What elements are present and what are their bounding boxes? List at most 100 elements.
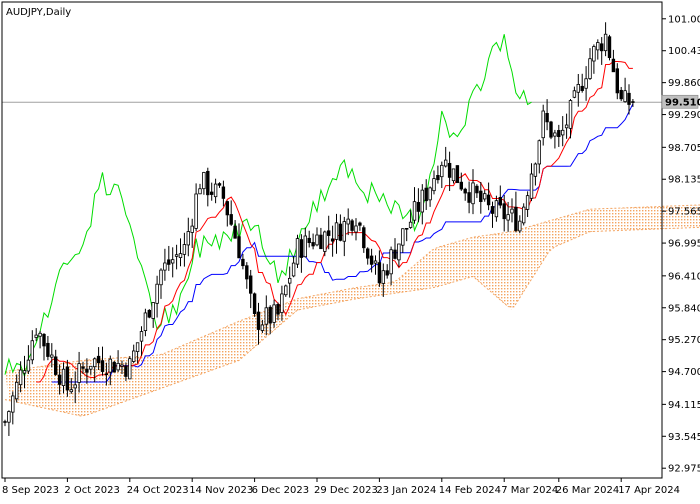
candle-body (342, 221, 346, 242)
candle-body (588, 58, 592, 79)
time-tick-label: 24 Oct 2023 (127, 485, 189, 496)
candle-body (77, 363, 81, 383)
candle-body (46, 342, 50, 357)
candle-body (502, 203, 506, 220)
candle-body (307, 237, 311, 244)
candle-body (295, 238, 300, 265)
time-tick-label: 7 Mar 2024 (501, 485, 558, 496)
candle-body (568, 100, 573, 129)
candle-body (85, 368, 89, 373)
candle-body (389, 249, 393, 275)
candle-body (81, 366, 85, 369)
candle-body (404, 228, 409, 230)
candle-body (451, 168, 456, 182)
candle-body (241, 258, 245, 267)
candle-body (194, 193, 198, 229)
candle-body (163, 262, 167, 271)
candle-body (124, 365, 128, 377)
candle-body (14, 381, 19, 400)
candle-body (424, 187, 428, 202)
candle-body (611, 58, 616, 73)
candle-body (525, 195, 530, 210)
candle-body (338, 223, 343, 241)
candle-body (252, 293, 257, 314)
chart-window[interactable]: 101.000 100.430 99.860 99.290 98.705 98.135 97… (0, 0, 700, 500)
price-tick-label: 93.545 (668, 432, 700, 443)
candle-body (471, 182, 475, 205)
candle-body (229, 214, 233, 225)
candle-body (233, 225, 237, 239)
candle-body (326, 230, 331, 236)
candle-body (440, 164, 444, 178)
candle-body (22, 370, 27, 374)
candle-body (93, 358, 97, 368)
chart-background (0, 0, 700, 500)
chart-canvas[interactable]: 101.000 100.430 99.860 99.290 98.705 98.135 97… (0, 0, 700, 500)
candle-body (100, 360, 105, 372)
candle (607, 34, 612, 61)
candle-body (615, 68, 619, 94)
candle-body (280, 293, 284, 313)
candle-body (323, 231, 327, 252)
candle-body (623, 90, 627, 103)
candle-body (596, 42, 600, 51)
price-tick-label: 94.115 (668, 400, 700, 411)
candle-body (170, 259, 175, 264)
price-tick-label: 99.860 (668, 78, 700, 89)
candle (549, 120, 553, 140)
price-tick-label: 98.135 (668, 175, 700, 186)
candle-body (412, 201, 417, 221)
candle-body (225, 201, 229, 216)
candle (128, 356, 132, 380)
candle-body (576, 83, 580, 93)
candle (252, 292, 257, 317)
price-tick-label: 100.430 (668, 46, 700, 57)
candle-body (514, 206, 518, 231)
candle-body (494, 200, 499, 218)
time-tick-label: 8 Sep 2023 (2, 485, 59, 496)
candle-body (202, 172, 206, 190)
candle-body (178, 253, 183, 258)
candle-body (334, 222, 339, 240)
candle-body (381, 270, 385, 284)
candle-body (482, 193, 487, 200)
candle-body (11, 395, 15, 413)
price-tick-label: 99.290 (668, 110, 700, 121)
candle-body (358, 222, 362, 226)
candle-body (330, 238, 335, 242)
candle-body (479, 190, 483, 203)
candle-body (557, 130, 561, 138)
candle-body (365, 248, 370, 259)
candle-body (354, 225, 358, 233)
candle (112, 360, 116, 373)
candle-body (510, 208, 514, 214)
candle-body (221, 186, 226, 199)
candle-body (284, 285, 288, 296)
candle-body (436, 175, 440, 181)
candle-body (143, 312, 148, 331)
time-tick-label: 23 Jan 2024 (376, 485, 436, 496)
candle-body (553, 132, 557, 137)
candle-body (206, 170, 210, 196)
candle-body (506, 214, 510, 221)
candle-body (549, 121, 553, 138)
candle-body (303, 235, 307, 258)
candle-body (128, 358, 132, 380)
current-price-tag: 99.510 (661, 94, 700, 109)
candle-body (447, 162, 452, 178)
candle-body (350, 220, 354, 231)
candle-body (61, 368, 66, 386)
price-tick-label: 98.705 (668, 143, 700, 154)
price-tick-label: 94.700 (668, 367, 700, 378)
candle-body (112, 361, 116, 373)
candle-body (291, 262, 296, 277)
price-tick-label: 95.840 (668, 303, 700, 314)
candle-body (420, 189, 424, 213)
candle-body (237, 236, 241, 259)
candle-body (213, 183, 218, 198)
candle-body (346, 218, 350, 225)
price-tick-label: 95.270 (668, 335, 700, 346)
candle-body (369, 255, 374, 265)
candle-body (116, 362, 120, 371)
candle-body (385, 270, 389, 276)
